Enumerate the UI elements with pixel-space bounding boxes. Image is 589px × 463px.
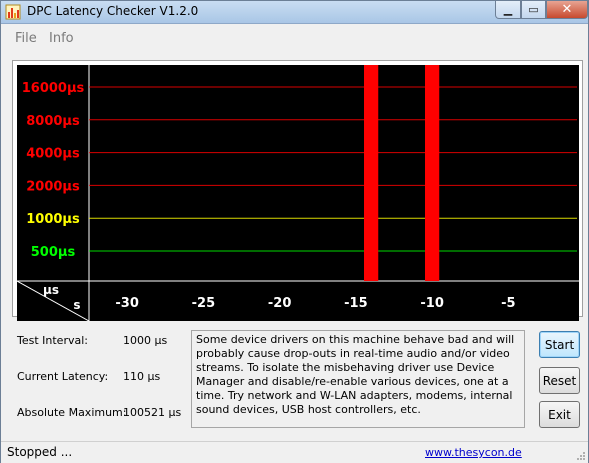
title-bar[interactable]: DPC Latency Checker V1.2.0 ▁ ▭ ✕ xyxy=(1,1,588,24)
minimize-button[interactable]: ▁ xyxy=(495,1,521,19)
reset-button[interactable]: Reset xyxy=(539,367,580,394)
y-tick-label: 2000µs xyxy=(26,179,80,194)
window-title: DPC Latency Checker V1.2.0 xyxy=(27,4,199,18)
menu-bar: File Info xyxy=(1,24,588,52)
y-tick-label: 16000µs xyxy=(22,81,85,96)
chart-svg: 16000µs 8000µs 4000µs 2000µs 1000µs 500µs µss -… xyxy=(16,65,579,322)
x-tick-label: -15 xyxy=(344,296,368,311)
maximize-icon: ▭ xyxy=(528,3,539,16)
absolute-maximum-label: Absolute Maximum: xyxy=(17,406,127,419)
minimize-icon: ▁ xyxy=(503,3,513,16)
app-icon xyxy=(5,4,21,20)
test-interval-label: Test Interval: xyxy=(17,334,88,347)
x-tick-label: -30 xyxy=(115,296,139,311)
exit-button[interactable]: Exit xyxy=(539,401,580,428)
current-latency-value: 110 µs xyxy=(123,370,161,383)
website-link[interactable]: www.thesycon.de xyxy=(425,446,522,459)
x-unit-label: s xyxy=(73,298,80,312)
close-button[interactable]: ✕ xyxy=(546,1,588,19)
absolute-maximum-value: 100521 µs xyxy=(123,406,182,419)
test-interval-value: 1000 µs xyxy=(123,334,168,347)
close-icon: ✕ xyxy=(561,2,573,17)
y-tick-label: 4000µs xyxy=(26,147,80,162)
y-tick-label: 500µs xyxy=(31,245,76,260)
current-latency-label: Current Latency: xyxy=(17,370,109,383)
x-tick-label: -25 xyxy=(192,296,216,311)
bar xyxy=(425,65,440,281)
y-tick-label: 1000µs xyxy=(26,212,80,227)
menu-file[interactable]: File xyxy=(15,31,37,46)
x-tick-label: -20 xyxy=(268,296,292,311)
x-tick-label: -10 xyxy=(420,296,444,311)
bar xyxy=(364,65,379,281)
resize-grip-icon[interactable] xyxy=(576,451,586,461)
info-text-box: Some device drivers on this machine beha… xyxy=(191,330,525,428)
status-bar: Stopped ... www.thesycon.de xyxy=(1,441,588,463)
y-unit-label: µs xyxy=(43,283,59,297)
status-text: Stopped ... xyxy=(7,445,73,459)
latency-chart: 16000µs 8000µs 4000µs 2000µs 1000µs 500µs µs s -… xyxy=(16,65,579,322)
start-button[interactable]: Start xyxy=(539,331,580,358)
y-tick-label: 8000µs xyxy=(26,114,80,129)
main-window: DPC Latency Checker V1.2.0 ▁ ▭ ✕ File In… xyxy=(0,0,589,463)
x-tick-label: -5 xyxy=(501,296,515,311)
maximize-button[interactable]: ▭ xyxy=(521,1,546,19)
menu-info[interactable]: Info xyxy=(49,31,74,46)
